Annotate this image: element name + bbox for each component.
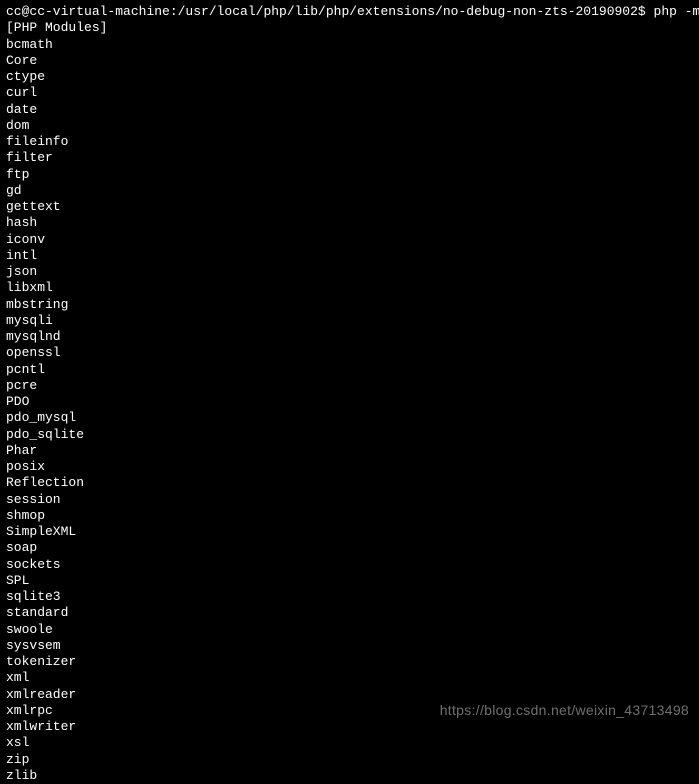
module-line: swoole bbox=[6, 622, 693, 638]
module-line: xmlreader bbox=[6, 687, 693, 703]
module-line: gettext bbox=[6, 199, 693, 215]
module-line: sysvsem bbox=[6, 638, 693, 654]
module-line: fileinfo bbox=[6, 134, 693, 150]
module-line: libxml bbox=[6, 280, 693, 296]
module-line: openssl bbox=[6, 345, 693, 361]
module-line: date bbox=[6, 102, 693, 118]
module-line: intl bbox=[6, 248, 693, 264]
module-line: ftp bbox=[6, 167, 693, 183]
module-line: dom bbox=[6, 118, 693, 134]
module-line: xml bbox=[6, 670, 693, 686]
module-line: sockets bbox=[6, 557, 693, 573]
module-line: json bbox=[6, 264, 693, 280]
module-line: posix bbox=[6, 459, 693, 475]
module-line: zip bbox=[6, 752, 693, 768]
watermark-text: https://blog.csdn.net/weixin_43713498 bbox=[440, 702, 689, 720]
terminal-prompt-line[interactable]: cc@cc-virtual-machine:/usr/local/php/lib… bbox=[6, 4, 693, 20]
module-line: shmop bbox=[6, 508, 693, 524]
module-line: iconv bbox=[6, 232, 693, 248]
module-line: mbstring bbox=[6, 297, 693, 313]
module-line: xsl bbox=[6, 735, 693, 751]
module-line: xmlwriter bbox=[6, 719, 693, 735]
module-line: soap bbox=[6, 540, 693, 556]
module-line: SPL bbox=[6, 573, 693, 589]
module-line: pdo_mysql bbox=[6, 410, 693, 426]
module-line: gd bbox=[6, 183, 693, 199]
typed-command: php -m bbox=[654, 4, 699, 19]
module-line: pcntl bbox=[6, 362, 693, 378]
module-line: pcre bbox=[6, 378, 693, 394]
module-line: bcmath bbox=[6, 37, 693, 53]
module-line: curl bbox=[6, 85, 693, 101]
module-line: ctype bbox=[6, 69, 693, 85]
module-line: pdo_sqlite bbox=[6, 427, 693, 443]
module-line: tokenizer bbox=[6, 654, 693, 670]
output-header: [PHP Modules] bbox=[6, 20, 693, 36]
module-line: mysqlnd bbox=[6, 329, 693, 345]
module-line: Phar bbox=[6, 443, 693, 459]
shell-prompt: cc@cc-virtual-machine:/usr/local/php/lib… bbox=[6, 4, 646, 19]
module-line: sqlite3 bbox=[6, 589, 693, 605]
module-line: SimpleXML bbox=[6, 524, 693, 540]
module-line: mysqli bbox=[6, 313, 693, 329]
module-line: filter bbox=[6, 150, 693, 166]
module-line: session bbox=[6, 492, 693, 508]
module-line: Core bbox=[6, 53, 693, 69]
module-list: bcmathCorectypecurldatedomfileinfofilter… bbox=[6, 37, 693, 784]
module-line: standard bbox=[6, 605, 693, 621]
module-line: hash bbox=[6, 215, 693, 231]
module-line: zlib bbox=[6, 768, 693, 784]
module-line: Reflection bbox=[6, 475, 693, 491]
module-line: PDO bbox=[6, 394, 693, 410]
